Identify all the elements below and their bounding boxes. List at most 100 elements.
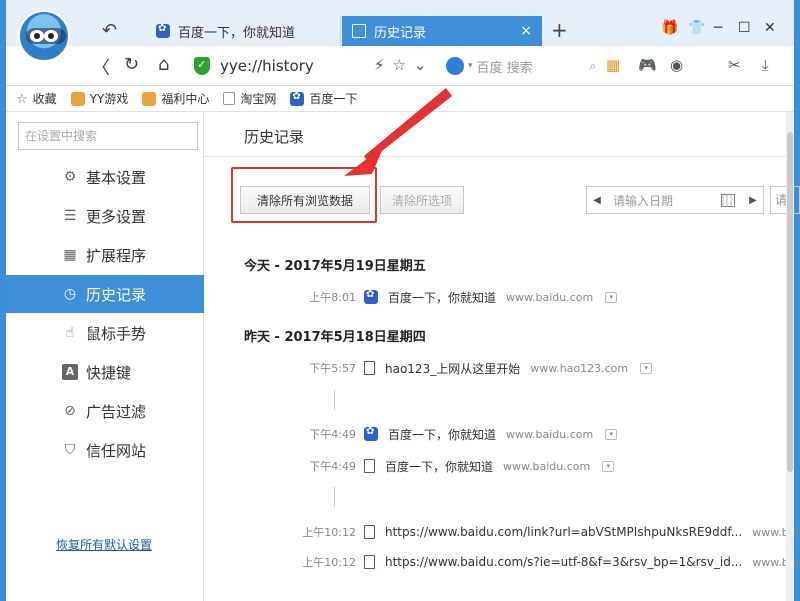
history-entry[interactable]: 上午8:01 百度一下，你就知道 www.baidu.com ▾: [204, 287, 618, 307]
sidebar-item-extensions[interactable]: ▦ 扩展程序: [6, 236, 204, 274]
apps-icon[interactable]: ▦: [606, 56, 620, 74]
history-entry[interactable]: 下午4:49 百度一下，你就知道 www.baidu.com ▾: [204, 456, 615, 476]
close-window-button[interactable]: ✕: [764, 20, 776, 36]
sidebar-item-label: 基本设置: [86, 168, 147, 187]
maximize-button[interactable]: ☐: [738, 20, 751, 36]
history-entry[interactable]: 上午10:12 https://www.baidu.com/link?url=a…: [204, 522, 800, 542]
baidu-paw-icon: [290, 91, 305, 106]
bookmark-label: 福利中心: [161, 92, 210, 106]
scrollbar[interactable]: [786, 112, 794, 601]
page-icon: [223, 92, 236, 105]
gear-icon: ⚙: [63, 169, 77, 185]
search-box[interactable]: ▾ 百度 搜索 ⌕: [446, 52, 596, 80]
sidebar-item-trusted-sites[interactable]: ⛉ 信任网站: [6, 431, 204, 469]
entry-title[interactable]: 百度一下，你就知道: [388, 426, 496, 443]
entry-title[interactable]: 百度一下，你就知道: [388, 289, 496, 306]
skin-icon[interactable]: 👕: [688, 20, 705, 36]
minimize-button[interactable]: ─: [714, 20, 722, 36]
entry-title[interactable]: https://www.baidu.com/s?ie=utf-8&f=3&rsv…: [385, 555, 742, 569]
gift-icon[interactable]: 🎁: [661, 20, 678, 36]
video-icon[interactable]: ◉: [670, 56, 683, 74]
address-toolbar: 〈 ↻ ⌂ yye://history ⚡☆⌄ ▾ 百度 搜索 ⌕ ▦ 🎮 ◉ …: [6, 46, 794, 86]
sidebar-item-label: 扩展程序: [86, 246, 147, 265]
sidebar-item-shortcuts[interactable]: A 快捷键: [6, 353, 204, 391]
entry-menu-chevron-down-icon[interactable]: ▾: [602, 460, 615, 472]
baidu-search-engine-icon[interactable]: [446, 57, 464, 75]
history-entry[interactable]: 下午5:57 hao123_上网从这里开始 www.hao123.com ▾: [204, 358, 653, 378]
bookmark-baidu[interactable]: 百度一下: [290, 90, 357, 107]
tab-title: 历史记录: [374, 25, 427, 41]
calendar-icon[interactable]: [721, 193, 735, 207]
entry-title[interactable]: 百度一下，你就知道: [385, 458, 493, 475]
tab-history[interactable]: 历史记录 ×: [342, 16, 542, 46]
address-actions-icon[interactable]: ⚡☆⌄: [374, 56, 435, 74]
title-bar: ↶ 百度一下，你就知道 历史记录 × + 🎁 👕 ─ ☐ ✕: [6, 0, 794, 62]
home-button[interactable]: ⌂: [158, 54, 169, 75]
engine-dropdown-icon[interactable]: ▾: [468, 61, 473, 71]
tab-baidu[interactable]: 百度一下，你就知道: [146, 16, 341, 46]
baidu-paw-icon: [156, 23, 170, 38]
entry-title[interactable]: hao123_上网从这里开始: [385, 360, 520, 377]
new-tab-button[interactable]: +: [551, 18, 568, 42]
tiger-icon: [142, 91, 157, 106]
close-tab-icon[interactable]: ×: [520, 23, 532, 39]
scissors-icon[interactable]: ✂: [728, 56, 741, 74]
search-icon[interactable]: ⌕: [589, 59, 596, 74]
entry-time: 上午10:12: [302, 556, 356, 569]
page-icon: [364, 555, 375, 569]
second-date-input[interactable]: 请: [770, 186, 800, 214]
refresh-button[interactable]: ↻: [124, 54, 139, 75]
entry-menu-chevron-down-icon[interactable]: ▾: [605, 428, 618, 440]
history-entry[interactable]: 上午10:12 https://www.baidu.com/s?ie=utf-8…: [204, 552, 800, 572]
bookmark-favorites[interactable]: ☆ 收藏: [16, 90, 57, 107]
sidebar-item-mouse-gestures[interactable]: ☝ 鼠标手势: [6, 314, 204, 352]
back-button[interactable]: 〈: [92, 54, 110, 80]
secure-shield-icon: [194, 57, 210, 75]
address-url[interactable]: yye://history: [220, 57, 314, 75]
date-input[interactable]: 请输入日期: [607, 192, 721, 209]
bookmark-label: 淘宝网: [240, 92, 277, 106]
clear-selected-button[interactable]: 清除所选项: [380, 186, 464, 214]
entry-menu-chevron-down-icon[interactable]: ▾: [605, 291, 618, 303]
shield-icon: ⛉: [64, 442, 76, 458]
search-input[interactable]: 百度 搜索: [477, 57, 533, 76]
sidebar-item-history[interactable]: ◷ 历史记录: [6, 275, 212, 313]
sidebar-item-label: 更多设置: [86, 207, 147, 226]
date-prev-icon[interactable]: ◀: [587, 195, 607, 206]
page-icon: [364, 525, 375, 539]
history-panel: 历史记录 清除所有浏览数据 清除所选项 ◀ 请输入日期 ▶ 请 今天 - 201…: [204, 112, 800, 601]
bookmark-yy-games[interactable]: YY游戏: [70, 90, 128, 107]
block-icon: ⊘: [64, 403, 76, 419]
entry-time: 上午8:01: [309, 291, 356, 304]
clear-all-data-button[interactable]: 清除所有浏览数据: [240, 186, 370, 214]
date-picker[interactable]: ◀ 请输入日期 ▶: [586, 186, 764, 214]
settings-sidebar: 在设置中搜索 ⚙ 基本设置 ☰ 更多设置 ▦ 扩展程序 ◷ 历史记录 ☝ 鼠标手…: [6, 112, 212, 601]
entry-time: 下午4:49: [309, 460, 356, 473]
date-next-icon[interactable]: ▶: [743, 195, 763, 206]
timeline-connector: [334, 487, 335, 507]
browser-logo-icon[interactable]: [18, 10, 70, 62]
sidebar-item-label: 快捷键: [86, 363, 132, 382]
download-icon[interactable]: ⤓: [762, 56, 769, 74]
bookmarks-bar: ☆ 收藏 YY游戏 福利中心 淘宝网 百度一下: [6, 86, 794, 112]
entry-time: 下午4:49: [309, 428, 356, 441]
clock-icon: ◷: [63, 286, 77, 302]
scrollbar-thumb[interactable]: [787, 132, 793, 472]
sidebar-item-ad-filter[interactable]: ⊘ 广告过滤: [6, 392, 204, 430]
entry-menu-chevron-down-icon[interactable]: ▾: [640, 362, 653, 374]
entry-title[interactable]: https://www.baidu.com/link?url=abVStMPIs…: [385, 525, 742, 539]
history-entry[interactable]: 下午4:49 百度一下，你就知道 www.baidu.com ▾: [204, 424, 618, 444]
sidebar-item-more-settings[interactable]: ☰ 更多设置: [6, 197, 204, 235]
game-icon[interactable]: 🎮: [638, 56, 657, 74]
undo-close-tab-icon[interactable]: ↶: [102, 20, 117, 41]
star-icon: ☆: [16, 91, 28, 107]
bookmark-taobao[interactable]: 淘宝网: [223, 90, 276, 107]
sidebar-item-basic-settings[interactable]: ⚙ 基本设置: [6, 158, 204, 196]
day-heading: 今天 - 2017年5月19日星期五: [244, 259, 426, 274]
bookmark-label: 百度一下: [309, 92, 358, 106]
restore-defaults-link[interactable]: 恢复所有默认设置: [56, 536, 152, 553]
page-icon: [352, 24, 366, 38]
bookmark-welfare-center[interactable]: 福利中心: [142, 90, 209, 107]
page-icon: [364, 361, 375, 375]
settings-search-input[interactable]: 在设置中搜索: [18, 122, 198, 150]
